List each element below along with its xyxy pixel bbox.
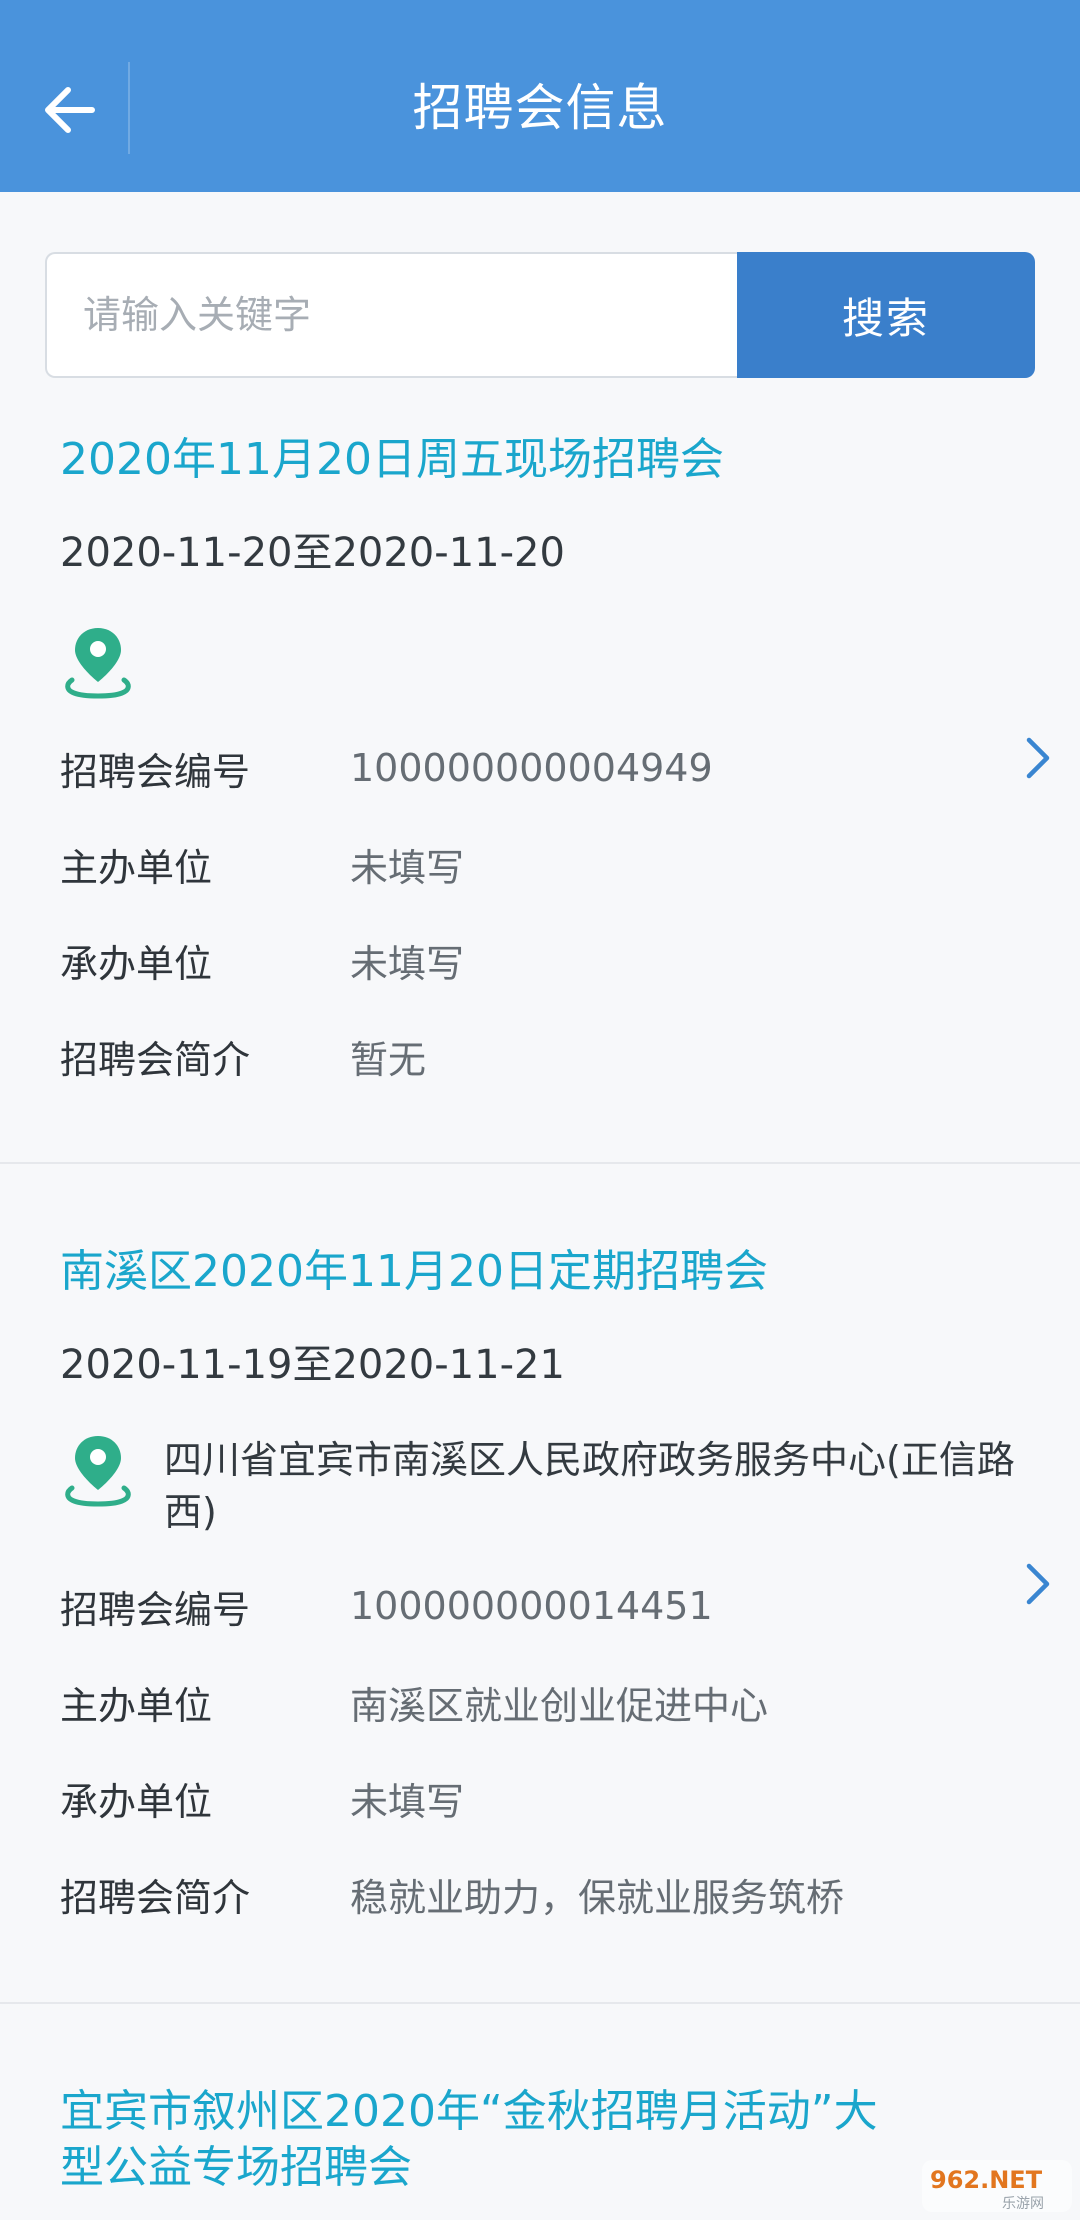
watermark-main: 962.NET [930, 2166, 1043, 2194]
card-divider [0, 1162, 1080, 1164]
field-value: 100000000014451 [350, 1584, 713, 1628]
field-label: 招聘会简介 [60, 1875, 251, 1920]
search-button[interactable]: 搜索 [737, 252, 1035, 378]
field-label: 主办单位 [60, 1683, 213, 1728]
field-value: 未填写 [350, 941, 465, 986]
field-label: 招聘会简介 [60, 1037, 251, 1082]
field-row-intro: 招聘会简介 暂无 [60, 1028, 426, 1084]
field-row-organizer: 主办单位 未填写 [60, 836, 464, 892]
field-value: 未填写 [350, 845, 465, 890]
field-row-intro: 招聘会简介 稳就业助力，保就业服务筑桥 [60, 1866, 844, 1922]
page-title: 招聘会信息 [412, 79, 668, 137]
location-pin-icon [65, 1436, 131, 1507]
field-row-undertaker: 承办单位 未填写 [60, 1770, 464, 1826]
field-label: 主办单位 [60, 845, 213, 890]
search-input[interactable] [45, 252, 737, 378]
field-value: 稳就业助力，保就业服务筑桥 [350, 1875, 845, 1920]
field-row-number: 招聘会编号 100000000004949 [60, 740, 713, 796]
field-label: 招聘会编号 [60, 749, 251, 794]
job-fair-date-range: 2020-11-19至2020-11-21 [60, 1342, 565, 1388]
app-header: 招聘会信息 [0, 0, 1080, 192]
field-value: 暂无 [350, 1037, 427, 1082]
field-row-undertaker: 承办单位 未填写 [60, 932, 464, 988]
job-fair-title[interactable]: 2020年11月20日周五现场招聘会 [60, 432, 724, 488]
location-pin-icon [65, 628, 131, 699]
field-label: 承办单位 [60, 941, 213, 986]
field-value: 南溪区就业创业促进中心 [350, 1683, 769, 1728]
job-fair-date-range: 2020-11-20至2020-11-20 [60, 530, 565, 576]
job-fair-title-line1[interactable]: 宜宾市叙州区2020年“金秋招聘月活动”大 [60, 2084, 878, 2140]
watermark-sub: 乐游网 [1002, 2196, 1044, 2212]
job-fair-title-line2[interactable]: 型公益专场招聘会 [60, 2140, 412, 2196]
field-label: 承办单位 [60, 1779, 213, 1824]
chevron-right-icon[interactable] [1020, 730, 1056, 786]
card-divider [0, 2002, 1080, 2004]
job-fair-title[interactable]: 南溪区2020年11月20日定期招聘会 [60, 1244, 768, 1300]
field-label: 招聘会编号 [60, 1587, 251, 1632]
chevron-right-icon[interactable] [1020, 1556, 1056, 1612]
field-value: 100000000004949 [350, 746, 713, 790]
site-watermark-logo: 962.NET 乐游网 [922, 2160, 1072, 2212]
field-row-number: 招聘会编号 100000000014451 [60, 1578, 713, 1634]
job-fair-location: 四川省宜宾市南溪区人民政府政务服务中心(正信路西) [164, 1438, 1015, 1534]
field-row-organizer: 主办单位 南溪区就业创业促进中心 [60, 1674, 768, 1730]
search-bar: 搜索 [45, 252, 1035, 378]
field-value: 未填写 [350, 1779, 465, 1824]
